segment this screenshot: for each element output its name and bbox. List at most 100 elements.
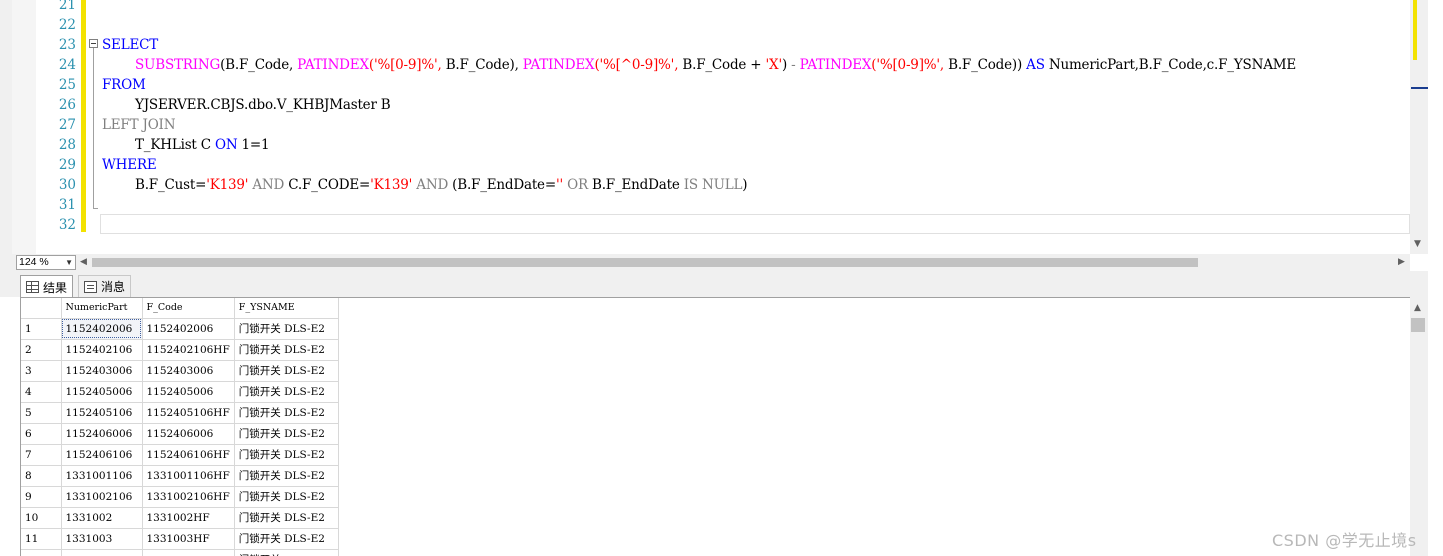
scrollbar-change-marker [1413,0,1417,60]
row-number-cell[interactable]: 2 [21,339,62,361]
row-number-cell[interactable]: 8 [21,465,62,487]
table-row[interactable]: 10 1331002 1331002HF 门锁开关 DLS-E2 [21,507,339,529]
code-token: B.F_EndDate [592,177,684,193]
grid-cell[interactable]: 1152402006 [61,318,143,340]
grid-cell[interactable]: 门锁开关 DLS-E2 [234,465,339,487]
column-header[interactable]: NumericPart [61,298,143,319]
grid-cell[interactable]: 1152406006 [61,423,143,445]
tab-messages[interactable]: 消息 [78,275,132,297]
code-token: AS [1026,57,1049,73]
grid-cell[interactable]: 门锁开关 DLS-E2 [234,339,339,361]
grid-cell[interactable]: 门锁开关 DLS-E2 [234,486,339,508]
grid-cell[interactable]: 1331003 [61,528,143,550]
tab-results-label: 结果 [43,280,68,295]
grid-cell[interactable]: 1331002HF [142,507,235,529]
grid-cell[interactable]: 1331001106 [61,465,143,487]
grid-cell[interactable]: 1152406106HF [142,444,235,466]
table-row[interactable]: 1 1152402006 1152402006 门锁开关 DLS-E2 [21,318,339,340]
grid-cell[interactable]: 1331001106HF [142,465,235,487]
column-header[interactable]: F_Code [142,298,235,319]
grid-cell[interactable] [61,549,143,556]
grid-cell[interactable]: 1152406006 [142,423,235,445]
code-line-23: SELECT [102,37,159,53]
watermark: CSDN @学无止境s [1272,531,1417,550]
grid-cell[interactable]: 1152403006 [61,360,143,382]
grid-cell[interactable]: 门锁开关 DLS-E2 [234,507,339,529]
row-number-cell[interactable] [21,549,62,556]
results-grid[interactable]: NumericPart F_Code F_YSNAME 1 1152402006 1… [20,297,1410,556]
zoom-dropdown[interactable]: 124 % ▼ [16,255,76,270]
grid-cell[interactable]: 门锁开关 DLS-E2 [234,381,339,403]
row-number-cell[interactable]: 7 [21,444,62,466]
grid-cell[interactable]: 1152402106 [61,339,143,361]
window-right-edge [1428,0,1443,556]
table-row[interactable]: 2 1152402106 1152402106HF 门锁开关 DLS-E2 [21,339,339,361]
grid-cell[interactable]: 1331002106HF [142,486,235,508]
code-token: - [791,57,800,73]
table-row[interactable]: 6 1152406006 1152406006 门锁开关 DLS-E2 [21,423,339,445]
grid-cell[interactable]: 门锁开关 DLS-E2 [234,318,339,340]
grid-cell[interactable]: 门锁开关 DLS-E2 [234,402,339,424]
grid-cell[interactable]: 1152402006 [142,318,235,340]
scroll-down-arrow-icon[interactable]: ▼ [1414,238,1421,250]
line-number: 24 [58,57,76,73]
table-row[interactable]: 8 1331001106 1331001106HF 门锁开关 DLS-E2 [21,465,339,487]
line-number: 22 [58,17,76,33]
code-token: (B.F_Code, [220,57,298,73]
row-number-cell[interactable]: 3 [21,360,62,382]
scroll-left-arrow-icon[interactable]: ◀ [80,256,87,268]
grid-cell[interactable]: 1152405106HF [142,402,235,424]
results-scroll-thumb[interactable] [1411,318,1425,332]
grid-cell[interactable]: 门锁开关 DLS-E2 [234,444,339,466]
grid-cell[interactable]: 门锁开关 DLS-E2 [234,528,339,550]
grid-cell[interactable]: 1152405106 [61,402,143,424]
table-row[interactable]: 3 1152403006 1152403006 门锁开关 DLS-E2 [21,360,339,382]
scroll-right-arrow-icon[interactable]: ▶ [1398,256,1405,268]
tab-results[interactable]: 结果 [20,275,74,298]
code-token: 'X' [765,57,783,73]
grid-cell[interactable]: 门锁开关 DLS-E2 [234,360,339,382]
table-row[interactable]: 9 1331002106 1331002106HF 门锁开关 DLS-E2 [21,486,339,508]
editor-left-strip [0,0,12,254]
code-area[interactable]: SELECT SUBSTRING(B.F_Code, PATINDEX('%[0… [102,0,1408,236]
column-header[interactable]: F_YSNAME [234,298,339,319]
grid-cell[interactable]: 1152402106HF [142,339,235,361]
row-number-cell[interactable]: 1 [21,318,62,340]
line-number: 27 [58,117,76,133]
results-vertical-scrollbar[interactable] [1410,297,1428,556]
horizontal-scroll-thumb[interactable] [92,258,1198,267]
grid-cell[interactable]: 门锁开关 [234,549,339,556]
table-row[interactable]: 5 1152405106 1152405106HF 门锁开关 DLS-E2 [21,402,339,424]
row-header-corner[interactable] [21,298,62,319]
row-number-cell[interactable]: 9 [21,486,62,508]
table-row[interactable]: 7 1152406106 1152406106HF 门锁开关 DLS-E2 [21,444,339,466]
scroll-up-arrow-icon[interactable]: ▲ [1414,302,1421,314]
code-token: B.F_Code), [445,57,523,73]
code-token: ) [742,177,748,193]
collapse-toggle-icon[interactable] [89,39,98,48]
row-number-cell[interactable]: 11 [21,528,62,550]
grid-cell[interactable]: 1331002106 [61,486,143,508]
grid-cell[interactable] [142,549,235,556]
code-token: PATINDEX [297,57,369,73]
table-row[interactable]: 4 1152405006 1152405006 门锁开关 DLS-E2 [21,381,339,403]
line-number: 31 [58,197,76,213]
code-token: AND [248,177,289,193]
row-number-cell[interactable]: 4 [21,381,62,403]
grid-cell[interactable]: 1152405006 [142,381,235,403]
grid-cell[interactable]: 1152406106 [61,444,143,466]
grid-cell[interactable]: 1152403006 [142,360,235,382]
query-editor[interactable]: 21 22 23 24 25 26 27 28 29 30 31 32 SELECT SUBSTRIN… [0,0,1443,254]
row-number-cell[interactable]: 6 [21,423,62,445]
row-number-cell[interactable]: 10 [21,507,62,529]
row-number-cell[interactable]: 5 [21,402,62,424]
code-token: OR [562,177,592,193]
grid-cell[interactable]: 门锁开关 DLS-E2 [234,423,339,445]
grid-cell[interactable]: 1331003HF [142,528,235,550]
grid-cell[interactable]: 1152405006 [61,381,143,403]
line-number: 25 [58,77,76,93]
code-line-28: T_KHList C ON 1=1 [135,135,270,155]
table-row[interactable]: 门锁开关 [21,549,339,556]
grid-cell[interactable]: 1331002 [61,507,143,529]
table-row[interactable]: 11 1331003 1331003HF 门锁开关 DLS-E2 [21,528,339,550]
